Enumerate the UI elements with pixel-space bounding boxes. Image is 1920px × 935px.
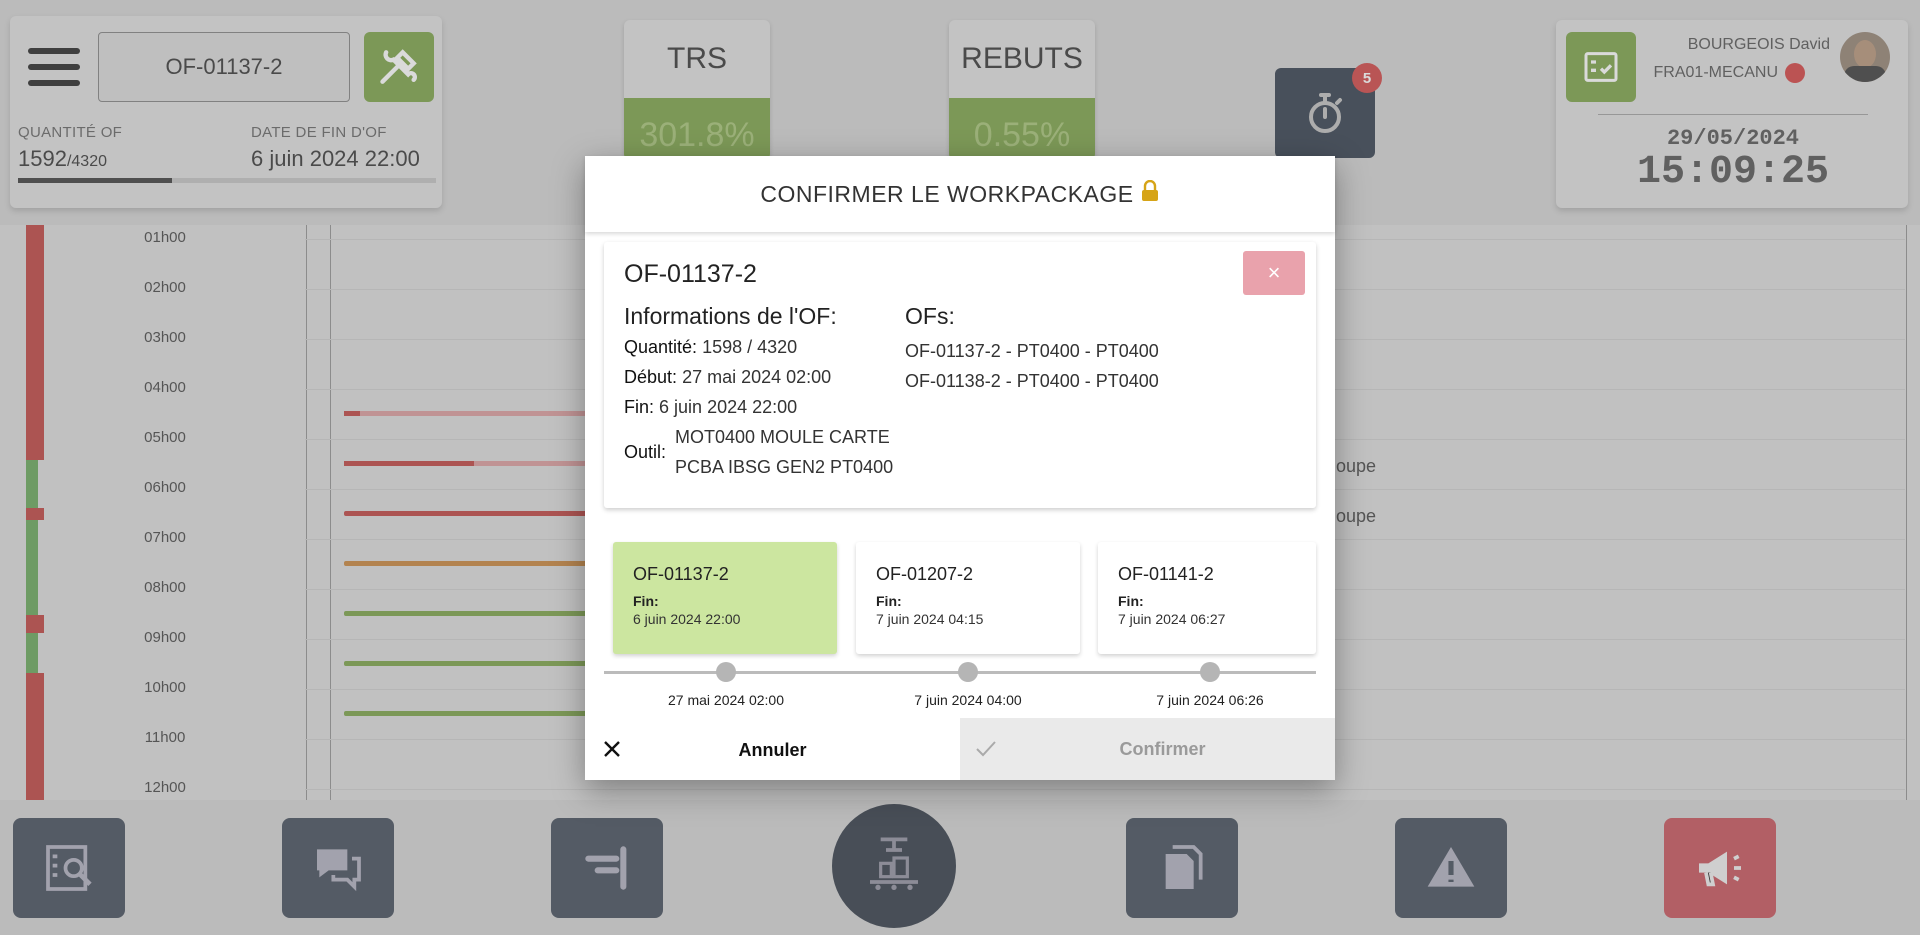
close-icon[interactable]: × bbox=[1243, 251, 1305, 295]
workpackage-card[interactable]: OF-01207-2 Fin: 7 juin 2024 04:15 bbox=[856, 542, 1080, 654]
slider-label: 7 juin 2024 04:00 bbox=[914, 692, 1022, 708]
workpackage-name: OF-01207-2 bbox=[876, 564, 974, 584]
ofs-title: OFs: bbox=[905, 303, 955, 329]
workpackage-card[interactable]: OF-01141-2 Fin: 7 juin 2024 06:27 bbox=[1098, 542, 1316, 654]
workpackage-fin: 7 juin 2024 04:15 bbox=[876, 611, 984, 627]
workpackage-name: OF-01137-2 bbox=[633, 564, 729, 584]
cancel-label: Annuler bbox=[738, 739, 807, 760]
confirm-button[interactable]: Confirmer bbox=[960, 718, 1335, 780]
lock-icon bbox=[1140, 179, 1160, 208]
workpackage-fin-label: Fin: bbox=[1118, 593, 1144, 609]
info-section-title: Informations de l'OF: bbox=[624, 303, 837, 329]
workpackage-card[interactable]: OF-01137-2 Fin: 6 juin 2024 22:00 bbox=[613, 542, 837, 654]
cancel-button[interactable]: Annuler bbox=[585, 720, 960, 780]
info-of-number: OF-01137-2 bbox=[624, 260, 757, 288]
slider-knob[interactable] bbox=[958, 662, 978, 682]
workpackage-name: OF-01141-2 bbox=[1118, 564, 1214, 584]
slider-knob[interactable] bbox=[716, 662, 736, 682]
workpackage-fin-label: Fin: bbox=[633, 593, 659, 609]
slider-label: 27 mai 2024 02:00 bbox=[668, 692, 784, 708]
info-quantite: Quantité: 1598 / 4320 bbox=[624, 337, 798, 357]
slider-knob[interactable] bbox=[1200, 662, 1220, 682]
modal-title: CONFIRMER LE WORKPACKAGE bbox=[585, 156, 1335, 232]
info-debut: Début: 27 mai 2024 02:00 bbox=[624, 367, 832, 387]
info-fin: Fin: 6 juin 2024 22:00 bbox=[624, 397, 798, 417]
confirm-workpackage-modal: CONFIRMER LE WORKPACKAGE × OF-01137-2 In… bbox=[585, 156, 1335, 780]
ofs-item: OF-01137-2 - PT0400 - PT0400 bbox=[905, 341, 1159, 361]
info-outil-line1: MOT0400 MOULE CARTE bbox=[675, 427, 890, 447]
confirm-label: Confirmer bbox=[1119, 738, 1206, 759]
slider-label: 7 juin 2024 06:26 bbox=[1156, 692, 1264, 708]
ofs-item: OF-01138-2 - PT0400 - PT0400 bbox=[905, 371, 1159, 391]
workpackage-fin: 7 juin 2024 06:27 bbox=[1118, 611, 1226, 627]
info-outil-label: Outil: bbox=[624, 442, 667, 462]
workpackage-fin: 6 juin 2024 22:00 bbox=[633, 611, 741, 627]
workpackage-fin-label: Fin: bbox=[876, 593, 902, 609]
info-outil-line2: PCBA IBSG GEN2 PT0400 bbox=[675, 457, 894, 477]
